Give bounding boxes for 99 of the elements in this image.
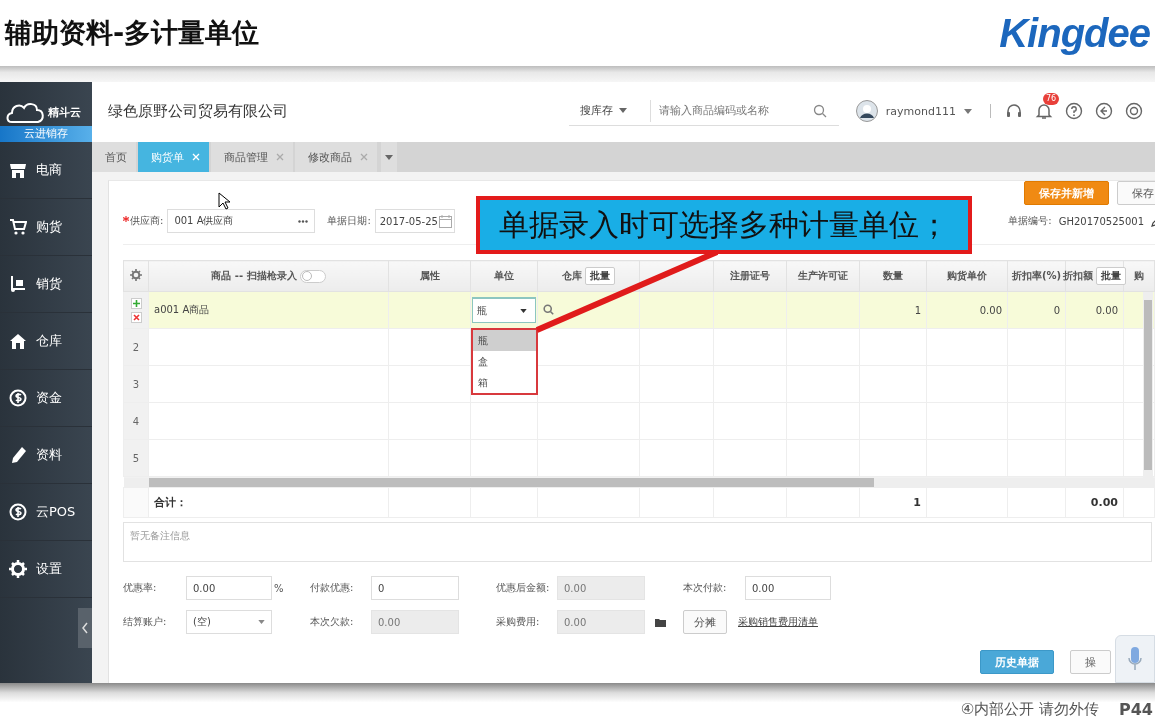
house-icon: [9, 332, 27, 350]
document-number: GH20170525001: [1058, 215, 1144, 227]
percent-sign: %: [273, 582, 285, 594]
row-number: 2: [132, 341, 140, 353]
field-label: 单据编号:: [1008, 214, 1052, 228]
table-cell: 0: [1053, 304, 1060, 316]
field-label: 单据日期:: [327, 214, 371, 228]
help-icon[interactable]: [1065, 102, 1083, 120]
folder-icon[interactable]: [655, 617, 667, 627]
cart-icon: [9, 218, 27, 236]
column-header: 折扣率(%): [1011, 269, 1062, 283]
input-field[interactable]: 0.00: [186, 576, 272, 600]
mouse-cursor-icon: [218, 192, 230, 210]
cloud-icon: [6, 100, 46, 124]
field-label: 本次付款:: [683, 581, 728, 595]
search-icon[interactable]: [812, 103, 827, 118]
vertical-scrollbar[interactable]: [1143, 292, 1153, 478]
column-header: 折扣额: [1063, 269, 1093, 283]
field-label: 结算账户:: [123, 615, 168, 629]
tab-list-button[interactable]: [381, 142, 397, 172]
delete-row-icon[interactable]: [130, 311, 142, 323]
microphone-icon: [1128, 646, 1142, 672]
search-scope-dropdown[interactable]: 搜库存: [568, 99, 651, 122]
total-cell: 合计：: [154, 496, 187, 509]
footer-note: ④内部公开 请勿外传: [960, 700, 1099, 719]
chevron-left-icon: [81, 622, 89, 634]
row-number: 5: [132, 452, 140, 464]
column-header: 购货单价: [947, 269, 987, 283]
tab[interactable]: 修改商品: [295, 142, 377, 172]
batch-button[interactable]: 批量: [1096, 267, 1126, 285]
pencil-icon: [9, 446, 27, 464]
sidebar-collapse-button[interactable]: [78, 608, 92, 648]
notification-badge: 76: [1043, 93, 1060, 105]
settings-icon[interactable]: [130, 269, 142, 281]
add-row-icon[interactable]: [130, 297, 142, 309]
caret-icon: [385, 154, 393, 160]
input-field[interactable]: 0: [371, 576, 459, 600]
batch-button[interactable]: 批量: [585, 267, 615, 285]
field-label: 付款优惠:: [310, 581, 355, 595]
column-header: 生产许可证: [798, 269, 848, 283]
date-field[interactable]: 2017-05-25: [374, 209, 455, 233]
user-menu[interactable]: raymond111: [877, 104, 972, 118]
tab[interactable]: 商品管理: [211, 142, 293, 172]
avatar[interactable]: [855, 100, 878, 122]
table-cell: 0.00: [979, 304, 1002, 316]
product-name: 云进销存: [0, 126, 92, 142]
table-cell: 1: [914, 304, 921, 316]
back-icon[interactable]: [1095, 102, 1113, 120]
supplier-field[interactable]: 001 A供应商: [167, 209, 316, 233]
total-cell: 1: [913, 496, 921, 509]
input-field[interactable]: 0.00: [745, 576, 831, 600]
page-number: P44: [1119, 700, 1153, 719]
account-select[interactable]: (空): [186, 610, 272, 634]
total-cell: 0.00: [1090, 496, 1118, 509]
gear-icon: [9, 560, 27, 578]
column-header: 属性: [419, 269, 440, 283]
caret-icon: [964, 108, 972, 114]
table-cell: a001 A商品: [154, 304, 210, 315]
column-header: 单位: [494, 269, 514, 283]
slide-title: 辅助资料-多计量单位: [5, 16, 260, 50]
dollar-icon: [9, 503, 27, 521]
bell-icon[interactable]: [1035, 102, 1053, 120]
table-cell: 0.00: [1095, 304, 1118, 316]
hand-truck-icon: [9, 275, 27, 293]
row-number: 4: [132, 415, 140, 427]
fee-list-link[interactable]: 采购销售费用清单: [738, 615, 818, 629]
unit-dropdown[interactable]: 瓶: [472, 297, 536, 323]
field-label: 优惠率:: [123, 581, 158, 595]
headset-icon[interactable]: [1005, 102, 1023, 120]
footer-button[interactable]: 操: [1070, 650, 1111, 674]
row-number: 3: [132, 378, 140, 390]
caret-icon: [618, 108, 627, 113]
search-icon[interactable]: [543, 303, 554, 315]
brand-name: 精斗云: [48, 104, 81, 120]
column-header: 商品 -- 扫描枪录入: [211, 269, 297, 283]
action-button[interactable]: 保存: [1117, 181, 1155, 205]
more-icon[interactable]: [298, 219, 309, 223]
caret-icon: [520, 308, 527, 313]
dollar-icon: [9, 389, 27, 407]
column-header: 注册证号: [730, 269, 770, 283]
microphone-button[interactable]: [1115, 635, 1155, 683]
dropdown-option[interactable]: 瓶: [473, 330, 536, 351]
company-name: 绿色原野公司贸易有限公司: [108, 101, 289, 121]
allocate-button[interactable]: 分摊: [683, 610, 727, 634]
column-header: 仓库: [562, 269, 582, 283]
store-icon: [9, 161, 27, 179]
field-label: 优惠后金额:: [496, 581, 551, 595]
field-label: 供应商:: [130, 214, 164, 228]
column-header: 数量: [883, 269, 903, 283]
field-label: 采购费用:: [496, 615, 541, 629]
remarks-field[interactable]: 暂无备注信息: [123, 522, 1152, 562]
field-label: 本次欠款:: [310, 615, 355, 629]
tab[interactable]: 首页: [92, 142, 136, 172]
caret-icon: [258, 620, 265, 624]
callout: 单据录入时可选择多种计量单位；: [476, 196, 972, 254]
logo: Kingdee: [999, 10, 1150, 56]
calendar-icon[interactable]: [438, 214, 452, 228]
scan-toggle[interactable]: [299, 269, 326, 283]
column-header: 购: [1134, 269, 1144, 283]
